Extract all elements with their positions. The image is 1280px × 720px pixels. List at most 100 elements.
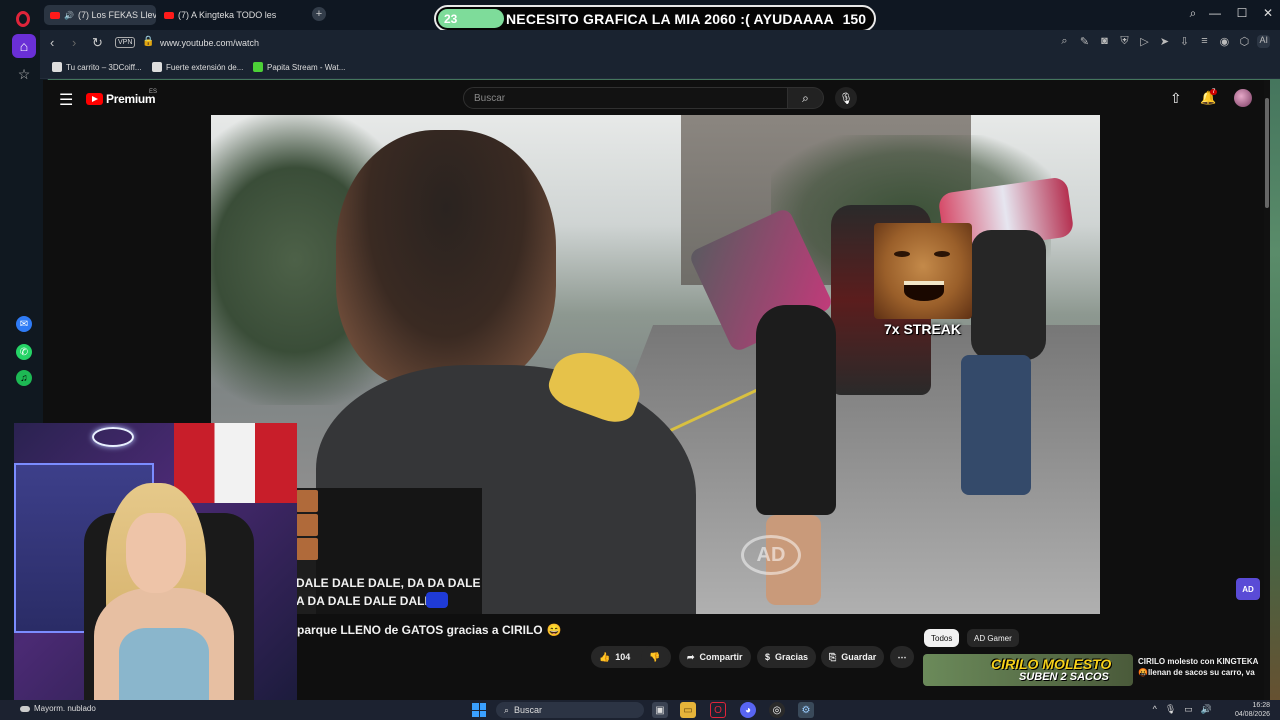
- voice-search-button[interactable]: 🎙: [835, 87, 857, 109]
- bookmark-item[interactable]: Tu carrito – 3DCoiff...: [52, 62, 142, 72]
- page-scrollbar[interactable]: [1264, 80, 1270, 700]
- youtube-logo[interactable]: Premium: [86, 92, 156, 106]
- monitor-icon[interactable]: ▭: [1184, 704, 1193, 715]
- webcam-flag: [174, 423, 297, 503]
- bookmark-label: Papita Stream - Wat...: [267, 62, 346, 72]
- star-icon[interactable]: ☆: [12, 62, 36, 86]
- search-button[interactable]: ⌕: [788, 87, 824, 109]
- streamer-face: [126, 513, 186, 593]
- streak-text: 7x STREAK: [884, 321, 962, 337]
- opera-logo-icon[interactable]: [16, 11, 30, 27]
- clock-date: 04/08/2026: [1234, 711, 1270, 718]
- home-icon[interactable]: ⌂: [12, 34, 36, 58]
- logo-text: Premium: [106, 92, 156, 106]
- thanks-button[interactable]: $ Gracias: [757, 646, 817, 668]
- recommendation-title[interactable]: CIRILO molesto con KINGTEKA 🤬llenan de s…: [1138, 656, 1263, 678]
- recommendation-thumbnail[interactable]: CIRILO MOLESTO SUBEN 2 SACOS: [923, 654, 1133, 686]
- video-title-text: parque LLENO de GATOS gracias a CIRILO: [297, 623, 543, 637]
- bookmark-item[interactable]: Fuerte extensión de...: [152, 62, 243, 72]
- tab-inactive[interactable]: (7) A Kingteka TODO les s: [158, 5, 278, 25]
- chat-message: A DA DALE DALE DALE: [296, 594, 433, 608]
- bookmark-label: Fuerte extensión de...: [166, 62, 244, 72]
- messenger-icon[interactable]: ✉: [12, 312, 36, 336]
- thumbs-down-icon: 👎: [649, 651, 661, 662]
- bookmark-favicon-icon: [52, 62, 62, 72]
- camera-icon[interactable]: ◙: [1097, 35, 1111, 48]
- spotify-icon[interactable]: ♫: [12, 366, 36, 390]
- chip-todos[interactable]: Todos: [924, 629, 960, 647]
- microphone-icon[interactable]: 🎙: [1165, 704, 1176, 715]
- whatsapp-icon[interactable]: ✆: [12, 340, 36, 364]
- youtube-play-icon: [86, 93, 103, 105]
- forward-icon[interactable]: ›: [72, 35, 76, 50]
- task-view-icon[interactable]: ▣: [652, 702, 668, 718]
- goal-target: 150: [842, 10, 866, 27]
- obs-icon[interactable]: ◎: [769, 702, 785, 718]
- youtube-icon: [164, 11, 174, 19]
- discord-icon[interactable]: ◕: [740, 702, 756, 718]
- thumbnail-text: SUBEN 2 SACOS: [1019, 671, 1109, 683]
- file-explorer-icon[interactable]: ▭: [680, 702, 696, 718]
- taskbar-search[interactable]: ⌕ Buscar: [496, 702, 644, 718]
- menu-icon[interactable]: ≡: [1197, 35, 1211, 48]
- share-button[interactable]: ➦ Compartir: [679, 646, 751, 668]
- volume-icon[interactable]: 🔊: [1201, 704, 1212, 715]
- extension-icons: ⌕ ✎ ◙ ⛨ ▷ ➤ ⇩ ≡ ◉ ⬡ AI: [1057, 35, 1270, 48]
- bookmark-label: Tu carrito – 3DCoiff...: [66, 62, 142, 72]
- video-title: parque LLENO de GATOS gracias a CIRILO 😄: [297, 623, 562, 637]
- play-icon[interactable]: ▷: [1137, 35, 1151, 48]
- reload-icon[interactable]: ↻: [92, 35, 103, 51]
- bookmark-favicon-icon: [152, 62, 162, 72]
- minimize-button[interactable]: —: [1205, 6, 1225, 20]
- settings-icon[interactable]: ⚙: [798, 702, 814, 718]
- close-button[interactable]: ✕: [1258, 6, 1278, 20]
- maximize-button[interactable]: ☐: [1232, 6, 1252, 20]
- share-icon: ➦: [687, 651, 695, 662]
- search-tabs-icon[interactable]: ⌕: [1183, 6, 1203, 21]
- cube-icon[interactable]: ⬡: [1237, 35, 1251, 48]
- super-thanks-icon: $: [765, 652, 771, 662]
- more-actions-button[interactable]: ⋯: [890, 646, 914, 668]
- youtube-icon: [50, 11, 60, 19]
- save-button[interactable]: ⎘ Guardar: [821, 646, 885, 668]
- search-icon: ⌕: [504, 704, 510, 715]
- notification-badge: 7: [1210, 89, 1218, 95]
- shield-icon[interactable]: ⛨: [1117, 35, 1131, 48]
- scrollbar-thumb[interactable]: [1265, 98, 1269, 208]
- opera-icon[interactable]: O: [710, 702, 726, 718]
- chip-ad-gamer[interactable]: AD Gamer: [967, 629, 1019, 647]
- tab-active[interactable]: 🔊 (7) Los FEKAS Llevan c: [44, 5, 156, 25]
- profile-icon[interactable]: ◉: [1217, 35, 1231, 48]
- tab-label: (7) A Kingteka TODO les s: [178, 10, 278, 20]
- edit-icon[interactable]: ✎: [1077, 35, 1091, 48]
- url-field[interactable]: www.youtube.com/watch: [160, 38, 259, 48]
- avatar[interactable]: [1234, 89, 1252, 107]
- download-icon[interactable]: ⇩: [1177, 35, 1191, 48]
- goal-current: 23: [444, 11, 458, 26]
- vpn-badge[interactable]: VPN: [115, 37, 136, 48]
- windows-start-icon[interactable]: [472, 703, 486, 717]
- lock-icon[interactable]: 🔒: [142, 36, 154, 47]
- clock[interactable]: 16:28 04/08/2026: [1235, 701, 1270, 719]
- chat-message: DALE DALE DALE, DA DA DALE: [296, 576, 481, 590]
- weather-text: Mayorm. nublado: [34, 704, 96, 713]
- microphone-icon: 🎙: [839, 92, 853, 105]
- hamburger-menu-icon[interactable]: ☰: [59, 90, 73, 110]
- chevron-up-icon[interactable]: ^: [1153, 704, 1157, 715]
- dislike-button[interactable]: 👎: [641, 646, 669, 668]
- chat-emote: [426, 592, 448, 608]
- bookmark-item[interactable]: Papita Stream - Wat...: [253, 62, 345, 72]
- taskbar: Mayorm. nublado ⌕ Buscar ▣ ▭ O ◕ ◎ ⚙ ^ 🎙…: [0, 700, 1280, 720]
- zoom-icon[interactable]: ⌕: [1057, 35, 1071, 48]
- search-input[interactable]: [464, 88, 787, 109]
- upload-icon[interactable]: ⇧: [1170, 90, 1182, 107]
- ai-button[interactable]: AI: [1257, 35, 1270, 48]
- new-tab-button[interactable]: +: [312, 7, 326, 21]
- taskbar-search-label: Buscar: [514, 705, 543, 715]
- video-watermark: AD: [741, 535, 801, 575]
- back-icon[interactable]: ‹: [50, 35, 54, 50]
- weather-widget[interactable]: Mayorm. nublado: [20, 704, 96, 713]
- channel-logo-overlay[interactable]: AD: [1236, 578, 1260, 600]
- bookmark-icon: ⎘: [829, 651, 837, 662]
- send-icon[interactable]: ➤: [1157, 35, 1171, 48]
